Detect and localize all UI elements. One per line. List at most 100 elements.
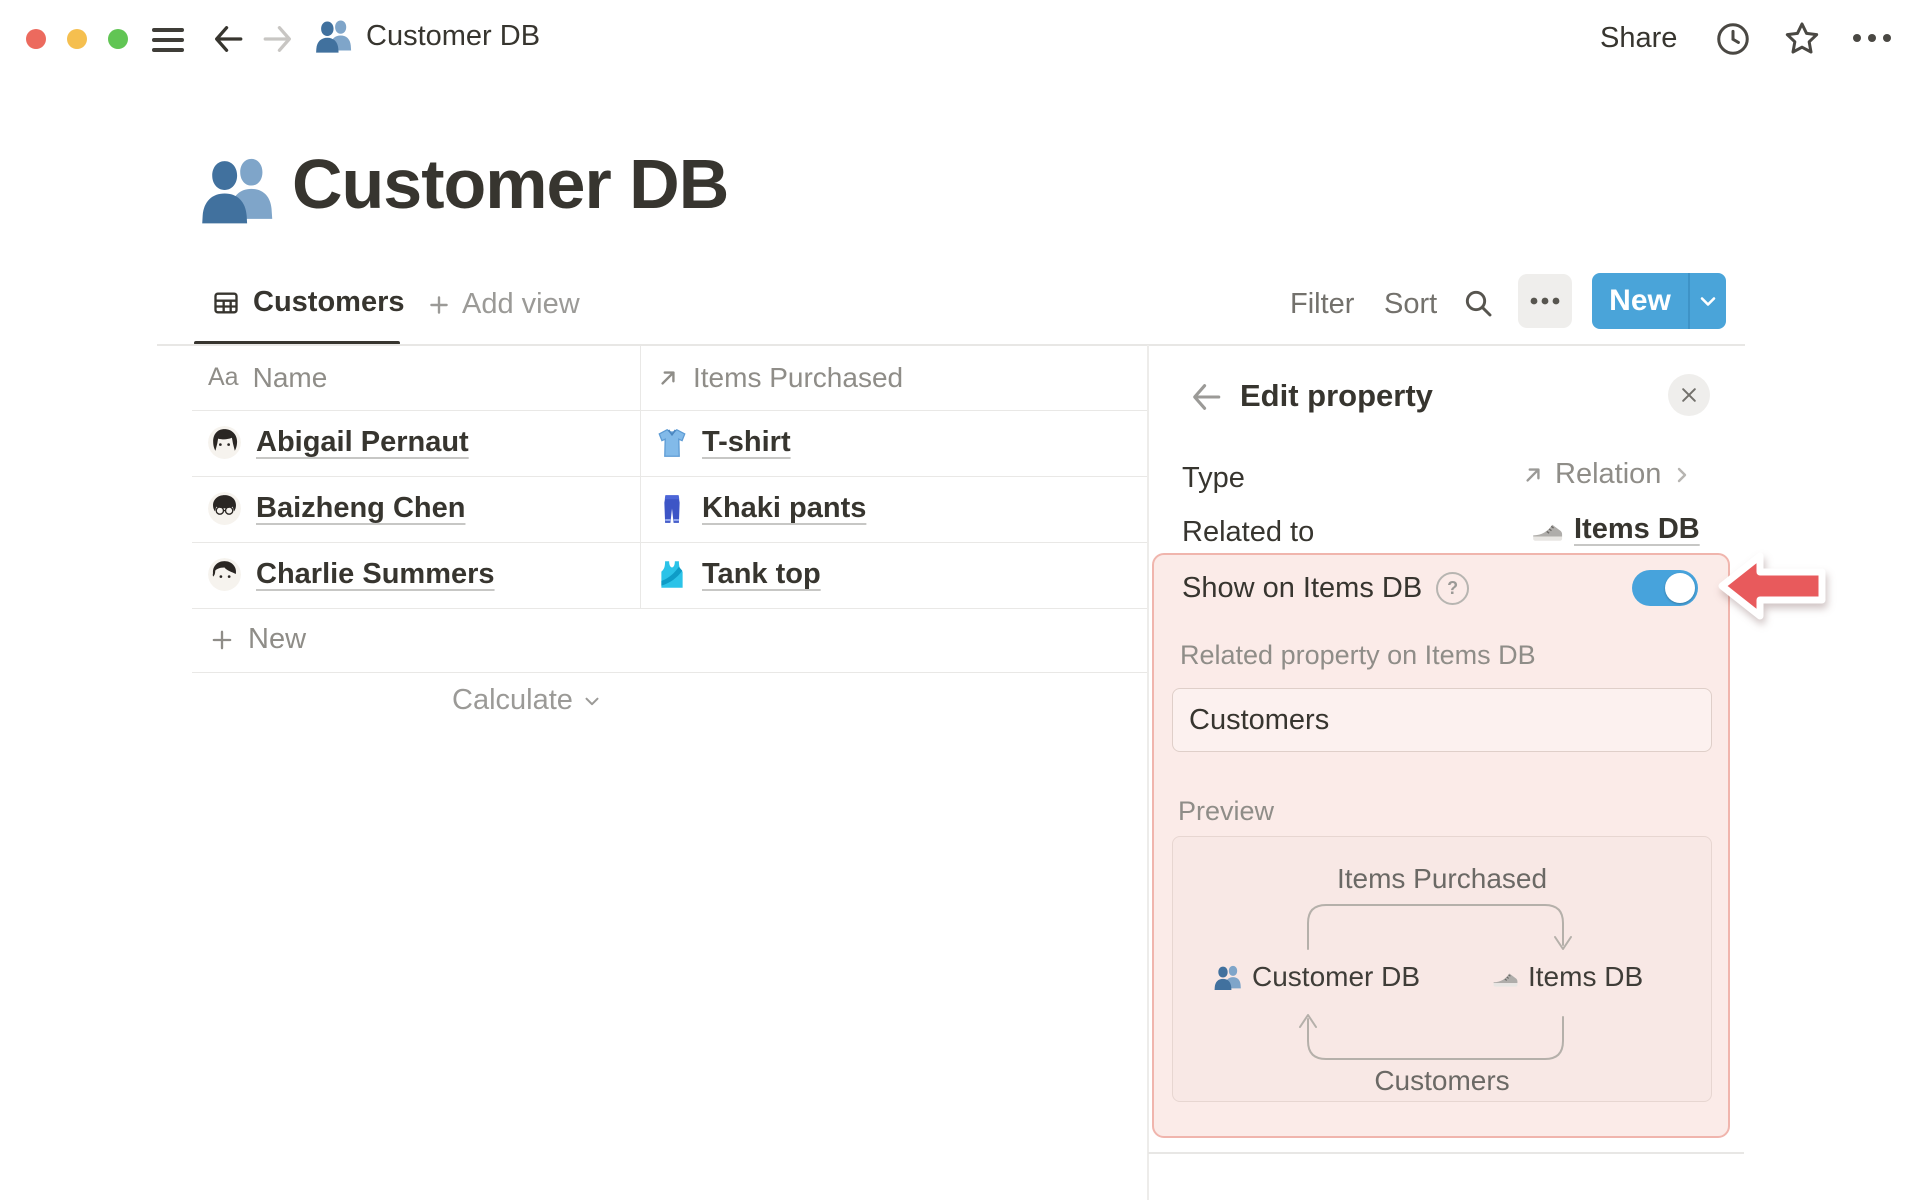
ellipsis-icon (1850, 30, 1894, 46)
notion-window: Customer DB Share Customer DB Customers (0, 0, 1920, 1200)
add-view-button[interactable]: Add view (426, 288, 580, 321)
tab-customers[interactable]: Customers (212, 286, 405, 319)
back-arrow-icon (210, 22, 246, 56)
cell-items-purchased[interactable]: Khaki pants (640, 475, 1147, 542)
view-options-button[interactable] (1518, 274, 1572, 328)
filter-button[interactable]: Filter (1290, 288, 1354, 321)
avatar (208, 558, 241, 591)
breadcrumb[interactable]: Customer DB (314, 18, 540, 54)
breadcrumb-title: Customer DB (366, 19, 541, 52)
help-icon[interactable]: ? (1436, 572, 1470, 605)
add-view-label: Add view (462, 288, 580, 320)
chevron-right-icon (1670, 463, 1694, 487)
back-arrow-icon (1188, 380, 1224, 414)
people-icon (198, 154, 278, 226)
relation-value[interactable]: T-shirt (702, 426, 791, 459)
cell-name[interactable]: Charlie Summers (192, 542, 640, 608)
ellipsis-icon (1529, 296, 1561, 306)
type-label: Type (1182, 462, 1245, 494)
page-more-button[interactable] (1850, 30, 1894, 46)
cell-name[interactable]: Baizheng Chen (192, 476, 640, 542)
preview-bottom-relation: Customers (1374, 1065, 1510, 1096)
panel-border (1147, 345, 1149, 1200)
page-icon[interactable] (198, 154, 278, 226)
traffic-light-minimize[interactable] (67, 29, 87, 49)
search-button[interactable] (1462, 287, 1494, 319)
table-view-icon (212, 289, 240, 317)
column-label: Items Purchased (693, 361, 904, 393)
star-icon (1782, 19, 1822, 59)
relation-icon (1520, 462, 1546, 488)
traffic-light-zoom[interactable] (108, 29, 128, 49)
cell-items-purchased[interactable]: T-shirt (640, 409, 1147, 476)
tanktop-icon (655, 558, 689, 592)
calculate-label: Calculate (452, 684, 573, 716)
related-property-input[interactable] (1172, 688, 1712, 752)
chevron-down-icon (1696, 289, 1720, 313)
column-header-items-purchased[interactable]: Items Purchased (640, 345, 1147, 410)
table-row: Abigail Pernaut T-shirt (192, 409, 1147, 477)
new-record-split-button: New (1592, 273, 1726, 329)
new-dropdown-button[interactable] (1688, 273, 1726, 329)
toggle-knob (1665, 573, 1695, 603)
plus-icon (426, 292, 452, 318)
table-row: Charlie Summers Tank top (192, 541, 1147, 609)
cell-name[interactable]: Abigail Pernaut (192, 410, 640, 476)
panel-title: Edit property (1240, 378, 1433, 413)
search-icon (1462, 287, 1494, 319)
calculate-button[interactable]: Calculate (452, 684, 603, 717)
jeans-icon (655, 492, 689, 526)
forward-button[interactable] (260, 22, 296, 56)
avatar (208, 426, 241, 459)
title-icon: Aa (208, 362, 239, 391)
preview-left-db: Customer DB (1213, 961, 1420, 993)
show-on-items-db-row: Show on Items DB ? (1182, 572, 1470, 605)
show-on-items-db-toggle[interactable] (1632, 570, 1698, 606)
new-button[interactable]: New (1592, 273, 1688, 329)
clock-icon (1714, 20, 1752, 58)
type-value-button[interactable]: Relation (1520, 458, 1694, 491)
cell-items-purchased[interactable]: Tank top (640, 541, 1147, 608)
sneaker-icon (1530, 512, 1564, 546)
relation-value[interactable]: Khaki pants (702, 492, 866, 525)
column-header-name[interactable]: Aa Name (192, 346, 640, 410)
preview-right-db: Items DB (1491, 961, 1643, 993)
record-name[interactable]: Charlie Summers (256, 558, 495, 591)
related-property-label: Related property on Items DB (1180, 640, 1536, 670)
related-to-value-button[interactable]: Items DB (1530, 512, 1700, 546)
record-name[interactable]: Abigail Pernaut (256, 426, 469, 459)
hamburger-icon (150, 26, 186, 54)
people-icon (1213, 964, 1243, 991)
record-name[interactable]: Baizheng Chen (256, 492, 465, 525)
people-icon (314, 18, 354, 54)
type-value: Relation (1555, 458, 1662, 490)
page-title: Customer DB (292, 145, 729, 223)
close-icon (1679, 385, 1699, 405)
tshirt-icon (655, 426, 689, 460)
back-button[interactable] (210, 22, 246, 56)
new-row-label: New (248, 623, 307, 655)
annotation-arrow-icon (1718, 552, 1826, 620)
traffic-light-close[interactable] (26, 29, 46, 49)
sort-button[interactable]: Sort (1384, 288, 1437, 321)
panel-close-button[interactable] (1668, 374, 1710, 416)
favorite-button[interactable] (1782, 19, 1822, 59)
preview-label: Preview (1178, 796, 1275, 826)
sneaker-icon (1491, 963, 1519, 991)
sidebar-menu-button[interactable] (150, 26, 186, 54)
avatar (208, 492, 241, 525)
panel-back-button[interactable] (1188, 380, 1224, 414)
panel-section-divider (1148, 1152, 1744, 1154)
related-to-value: Items DB (1574, 512, 1700, 545)
table-header-row: Aa Name Items Purchased (192, 345, 1147, 411)
tab-label: Customers (253, 286, 405, 318)
relation-value[interactable]: Tank top (702, 558, 821, 591)
forward-arrow-icon (260, 22, 296, 56)
show-on-label: Show on Items DB (1182, 572, 1423, 604)
preview-right-db-name: Items DB (1528, 961, 1644, 992)
table-new-row-button[interactable]: New (192, 608, 1147, 673)
plus-icon (208, 626, 236, 654)
share-button[interactable]: Share (1600, 22, 1677, 55)
related-to-label: Related to (1182, 516, 1315, 548)
updates-button[interactable] (1714, 20, 1752, 58)
